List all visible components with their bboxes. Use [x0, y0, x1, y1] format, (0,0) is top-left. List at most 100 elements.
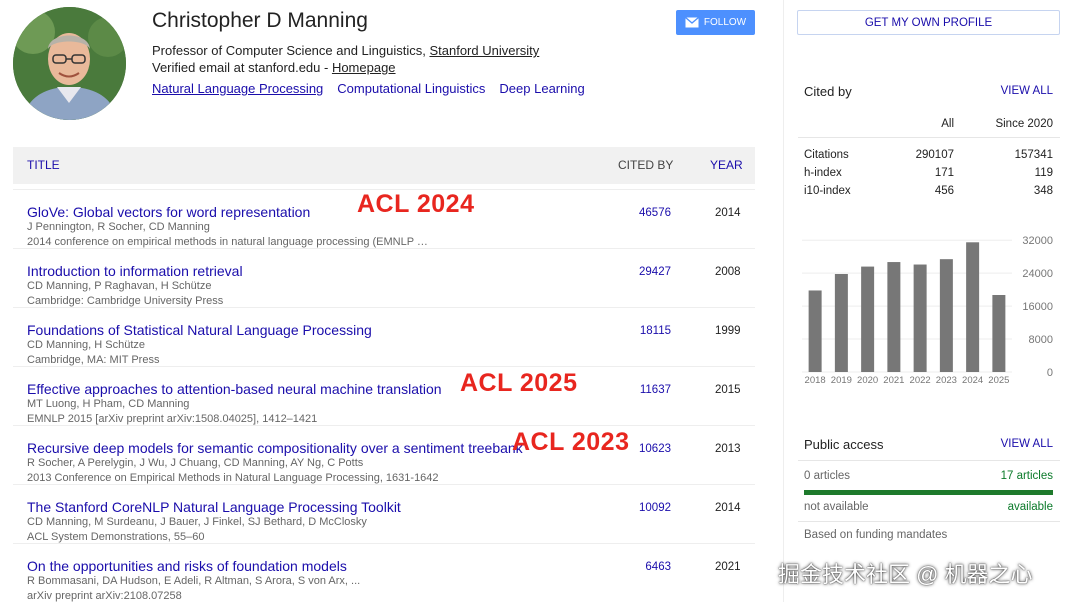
title-column-header[interactable]: TITLE — [27, 158, 60, 172]
chart-bar — [966, 242, 980, 372]
article-year: 1999 — [715, 325, 741, 337]
chart-bar — [887, 262, 901, 372]
stats-since-value: 348 — [1033, 185, 1053, 197]
cited-by-count[interactable]: 10623 — [639, 443, 671, 455]
watermark-text: 掘金技术社区 @ 机器之心 — [778, 562, 1033, 587]
cited-by-count[interactable]: 18115 — [640, 325, 671, 337]
stats-row: h-index 171 119 — [798, 164, 1060, 182]
cited-by-count[interactable]: 29427 — [639, 266, 671, 278]
article-venue: 2014 conference on empirical methods in … — [27, 236, 428, 248]
chart-y-tick-label: 8000 — [1029, 334, 1053, 346]
get-my-own-profile-button[interactable]: GET MY OWN PROFILE — [797, 10, 1060, 35]
article-year: 2015 — [715, 384, 741, 396]
stats-row: i10-index 456 348 — [798, 182, 1060, 200]
interest-link[interactable]: Computational Linguistics — [337, 81, 485, 96]
article-authors: MT Luong, H Pham, CD Manning — [27, 398, 190, 410]
chart-bar — [992, 295, 1006, 372]
citations-per-year-chart: 0 8000 16000 24000 32000 2018 2019 2020 2021 2022… — [802, 235, 1053, 386]
acl-annotation: ACL 2023 — [512, 428, 630, 456]
chart-x-tick-label: 2020 — [857, 375, 878, 386]
table-row: The Stanford CoreNLP Natural Language Pr… — [13, 484, 755, 543]
acl-annotation: ACL 2024 — [357, 190, 475, 218]
interest-link[interactable]: Deep Learning — [499, 81, 584, 96]
article-title[interactable]: GloVe: Global vectors for word represent… — [27, 204, 310, 220]
public-access-bar — [804, 490, 1053, 495]
cited-by-count[interactable]: 46576 — [639, 207, 671, 219]
homepage-link[interactable]: Homepage — [332, 60, 396, 75]
interest-link[interactable]: Natural Language Processing — [152, 81, 323, 96]
article-venue: arXiv preprint arXiv:2108.07258 — [27, 590, 182, 602]
available-label: available — [1007, 501, 1053, 513]
article-title[interactable]: Effective approaches to attention-based … — [27, 381, 442, 397]
article-year: 2021 — [715, 561, 741, 573]
column-divider — [783, 0, 784, 602]
research-interests: Natural Language Processing Computationa… — [152, 81, 585, 96]
email-text: Verified email at stanford.edu - — [152, 60, 332, 75]
profile-name: Christopher D Manning — [152, 9, 368, 32]
article-title[interactable]: On the opportunities and risks of founda… — [27, 558, 347, 574]
article-venue: Cambridge, MA: MIT Press — [27, 354, 160, 366]
chart-bar — [834, 274, 848, 372]
article-authors: R Bommasani, DA Hudson, E Adeli, R Altma… — [27, 575, 361, 587]
table-row: Foundations of Statistical Natural Langu… — [13, 307, 755, 366]
cited-by-count[interactable]: 11637 — [640, 384, 671, 396]
article-venue: 2013 Conference on Empirical Methods in … — [27, 472, 439, 484]
follow-label: FOLLOW — [703, 17, 747, 28]
chart-bar — [913, 264, 927, 372]
mail-icon — [684, 17, 699, 28]
cited-by-count[interactable]: 6463 — [645, 561, 671, 573]
cited-by-view-all-link[interactable]: VIEW ALL — [1001, 85, 1053, 97]
stats-since-value: 157341 — [1014, 149, 1053, 161]
article-authors: CD Manning, H Schütze — [27, 339, 145, 351]
available-count: 17 articles — [1000, 470, 1053, 482]
profile-avatar — [13, 7, 126, 120]
profile-affiliation: Professor of Computer Science and Lingui… — [152, 43, 539, 58]
stats-all-value: 456 — [934, 185, 954, 197]
stats-since-value: 119 — [1034, 167, 1053, 179]
public-access-view-all-link[interactable]: VIEW ALL — [1001, 438, 1053, 450]
table-row: On the opportunities and risks of founda… — [13, 543, 755, 602]
stats-label: Citations — [804, 149, 849, 161]
divider — [798, 521, 1060, 522]
article-title[interactable]: Recursive deep models for semantic compo… — [27, 440, 523, 456]
article-venue: EMNLP 2015 [arXiv preprint arXiv:1508.04… — [27, 413, 318, 425]
not-available-label: not available — [804, 501, 869, 513]
article-authors: CD Manning, P Raghavan, H Schütze — [27, 280, 212, 292]
chart-y-tick-label: 0 — [1047, 367, 1053, 379]
article-title[interactable]: Introduction to information retrieval — [27, 263, 243, 279]
follow-button[interactable]: FOLLOW — [676, 10, 755, 35]
article-title[interactable]: The Stanford CoreNLP Natural Language Pr… — [27, 499, 401, 515]
table-row: Introduction to information retrieval CD… — [13, 248, 755, 307]
table-header: TITLE CITED BY YEAR — [13, 147, 755, 184]
year-column-header[interactable]: YEAR — [710, 158, 743, 172]
article-venue: ACL System Demonstrations, 55–60 — [27, 531, 205, 543]
not-available-count: 0 articles — [804, 470, 851, 482]
chart-x-tick-label: 2023 — [936, 375, 957, 386]
article-title[interactable]: Foundations of Statistical Natural Langu… — [27, 322, 372, 338]
cited-by-column-header: CITED BY — [618, 158, 674, 172]
stats-all-value: 171 — [934, 167, 954, 179]
article-year: 2008 — [715, 266, 741, 278]
chart-bar — [808, 290, 822, 372]
cited-by-count[interactable]: 10092 — [639, 502, 671, 514]
article-authors: R Socher, A Perelygin, J Wu, J Chuang, C… — [27, 457, 364, 469]
cited-by-title: Cited by — [804, 84, 852, 99]
public-access-title: Public access — [804, 437, 884, 452]
stats-label: i10-index — [804, 185, 851, 197]
stats-all-header: All — [941, 118, 954, 130]
table-row: Recursive deep models for semantic compo… — [13, 425, 755, 484]
article-year: 2014 — [715, 207, 741, 219]
affiliation-link[interactable]: Stanford University — [429, 43, 539, 58]
article-authors: J Pennington, R Socher, CD Manning — [27, 221, 210, 233]
chart-x-tick-label: 2018 — [805, 375, 826, 386]
article-authors: CD Manning, M Surdeanu, J Bauer, J Finke… — [27, 516, 367, 528]
table-row: Effective approaches to attention-based … — [13, 366, 755, 425]
chart-y-tick-label: 16000 — [1022, 301, 1053, 313]
stats-all-value: 290107 — [915, 149, 954, 161]
chart-x-tick-label: 2019 — [831, 375, 852, 386]
citation-stats-table: All Since 2020 Citations 290107 157341 h… — [798, 110, 1060, 200]
chart-bar — [939, 259, 953, 372]
chart-x-tick-label: 2021 — [883, 375, 904, 386]
article-year: 2013 — [715, 443, 741, 455]
chart-x-tick-label: 2022 — [910, 375, 931, 386]
